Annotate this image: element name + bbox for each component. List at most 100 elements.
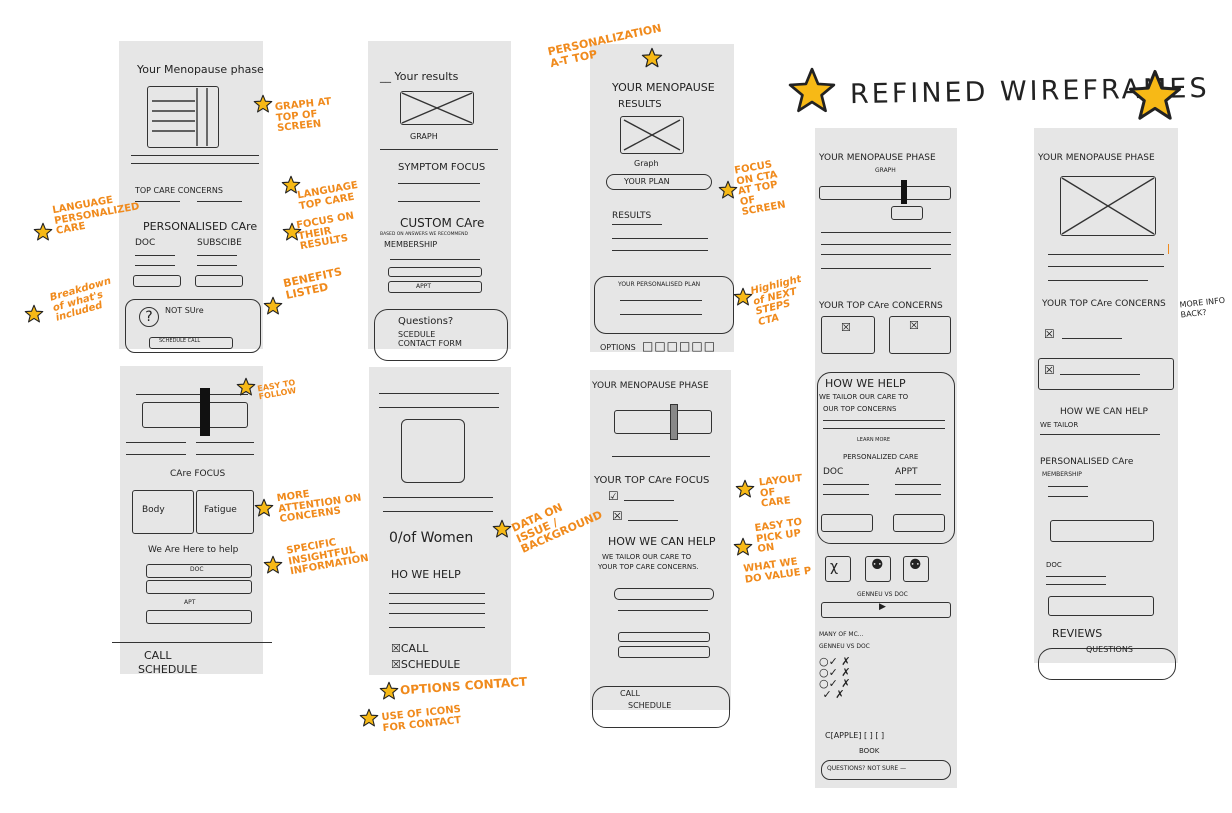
question-icon: ?: [139, 307, 159, 327]
your-plan-label: YOUR PLAN: [624, 177, 670, 186]
note-specific: SPECIFIC INSIGHTFUL INFORMATION: [285, 537, 370, 578]
comparison-header: GENNEU VS DOC: [819, 643, 870, 650]
genneu-label: GENNEU VS DOC: [857, 591, 908, 598]
symptom-focus-label: SYMPTOM FOCUS: [398, 162, 486, 173]
star-icon: [733, 537, 753, 557]
note-options-contact: OPTIONS CONTACT: [399, 674, 528, 698]
star-icon: [735, 479, 755, 499]
star-icon: [254, 498, 274, 518]
care-focus-label: CAre FOCUS: [170, 469, 226, 479]
contact-form-link[interactable]: CONTACT FORM: [398, 340, 462, 348]
schedule-label[interactable]: SCHEDULE: [138, 664, 198, 675]
results-subtitle: RESULTS: [618, 99, 662, 110]
wireframe-panel-7: YOUR MENOPAUSE PHASE GRAPH YOUR TOP CAre…: [815, 128, 957, 788]
concerns-label: YOUR TOP CAre CONCERNS: [819, 301, 943, 311]
panel-title: YOUR MENOPAUSE PHASE: [1038, 153, 1155, 163]
star-icon: [263, 296, 283, 316]
subscribe-button[interactable]: [195, 275, 243, 287]
appt-button[interactable]: [893, 514, 945, 532]
note-focus: FOCUS ON THEIR RESULTS: [295, 210, 355, 253]
learn-more-link[interactable]: LEARN MORE: [857, 438, 890, 443]
book-label[interactable]: BOOK: [859, 748, 879, 755]
panel-title: YOUR MENOPAUSE PHASE: [819, 153, 936, 163]
care-option-1[interactable]: [614, 588, 714, 600]
panel-title: YOUR MENOPAUSE PHASE: [592, 381, 709, 391]
doc-button[interactable]: [1048, 596, 1154, 616]
focus-check-2[interactable]: ☒: [612, 510, 623, 522]
options-icons[interactable]: □□□□□□: [642, 340, 716, 352]
focus-check-1[interactable]: ☑: [608, 490, 619, 502]
schedule-link[interactable]: SCEDULE: [398, 331, 435, 339]
wireframe-panel-2: __ Your results GRAPH SYMPTOM FOCUS CUST…: [368, 41, 511, 361]
graph-placeholder: [142, 402, 248, 428]
call-label[interactable]: CALL: [620, 690, 640, 698]
concern-check-2: ☒: [1044, 363, 1055, 377]
note-easy: EASY TO FOLLOW: [256, 377, 297, 402]
membership-button[interactable]: [388, 267, 482, 277]
subscribe-label: SUBSCIBE: [197, 238, 242, 248]
doc-label: DOC: [823, 467, 844, 477]
call-label[interactable]: CALL: [144, 650, 171, 661]
appt-label: APPT: [895, 467, 918, 477]
personalised-care-label: PERSONALISED CAre: [143, 220, 258, 233]
graph-label: GRAPH: [410, 132, 438, 141]
star-icon: [236, 377, 256, 397]
results-title: YOUR MENOPAUSE: [612, 81, 715, 94]
call-label: CALL: [400, 642, 429, 655]
wireframe-panel-8: YOUR MENOPAUSE PHASE YOUR TOP CAre CONCE…: [1034, 128, 1178, 680]
concern-check-2: ☒: [909, 319, 919, 332]
star-icon: [33, 222, 53, 242]
note-more-attention: MORE ATTENTION ON CONCERNS: [276, 488, 363, 525]
video-bar[interactable]: [821, 602, 951, 618]
note-language: LANGUAGE TOP CARE: [296, 179, 359, 212]
graph-placeholder: [819, 186, 951, 200]
here-help-label: We Are Here to help: [148, 545, 239, 555]
appt-label: APPT: [416, 283, 432, 290]
star-icon: [718, 180, 738, 200]
schedule-label[interactable]: SCHEDULE: [628, 702, 671, 710]
schedule-option[interactable]: ☒SCHEDULE: [391, 659, 460, 670]
play-icon[interactable]: ▶: [879, 603, 886, 612]
personalised-care-label: PERSONALISED CAre: [1040, 457, 1134, 467]
apt-button[interactable]: [146, 610, 252, 624]
how-we-help-label: HOW WE CAN HELP: [1060, 407, 1148, 417]
apt-label: APT: [184, 599, 196, 606]
care-option-2[interactable]: [618, 632, 710, 642]
person-icon-glyph: χ: [830, 559, 839, 575]
membership-button[interactable]: [1050, 520, 1154, 542]
concern-check-1: ☒: [841, 321, 851, 334]
doc-button-2[interactable]: [146, 580, 252, 594]
graph-tooltip: [891, 206, 923, 220]
how-we-help-label: HO WE HELP: [391, 568, 461, 581]
star-icon: [263, 555, 283, 575]
not-sure-label: NOT SUre: [165, 306, 204, 315]
focus-label: YOUR TOP CAre FOCUS: [594, 475, 710, 486]
concern-check-1[interactable]: ☒: [1044, 328, 1055, 340]
doc-button[interactable]: [133, 275, 181, 287]
graph-sketch: [152, 88, 208, 146]
results-title: __ Your results: [380, 70, 459, 83]
star-icon: [641, 47, 663, 69]
concerns-label: YOUR TOP CAre CONCERNS: [1042, 299, 1166, 309]
concern-card-2[interactable]: [889, 316, 951, 354]
star-icon: [24, 304, 44, 324]
doc-button[interactable]: [821, 514, 873, 532]
tailor-text: WE TAILOR OUR CARE TO: [602, 553, 692, 561]
care-option-3[interactable]: [618, 646, 710, 658]
person-icon-glyph: ⚉: [909, 557, 922, 573]
note-graph: GRAPH AT TOP OF SCREEN: [274, 96, 332, 135]
note-more-info: MORE INFO BACK?: [1179, 295, 1226, 320]
personalised-plan-label: YOUR PERSONALISED PLAN: [618, 281, 701, 288]
tailor-text-2: YOUR TOP CARE CONCERNS.: [598, 563, 699, 571]
panel-title: Your Menopause phase: [137, 63, 264, 76]
wireframe-panel-4: CAre FOCUS Body Fatigue We Are Here to h…: [112, 366, 272, 675]
reviews-label: REVIEWS: [1052, 627, 1103, 640]
how-we-help-label: HOW WE CAN HELP: [608, 535, 716, 548]
call-option[interactable]: ☒CALL: [391, 643, 428, 654]
graph-label: Graph: [634, 159, 659, 168]
note-highlight: Highlight of NEXT STEPS CTA: [749, 273, 803, 328]
tailor-text-2: OUR TOP CONCERNS: [823, 405, 897, 413]
membership-label: MEMBERSHIP: [1042, 471, 1082, 478]
appt-button[interactable]: [388, 281, 482, 293]
note-breakdown: Breakdown of what's included: [48, 275, 113, 324]
